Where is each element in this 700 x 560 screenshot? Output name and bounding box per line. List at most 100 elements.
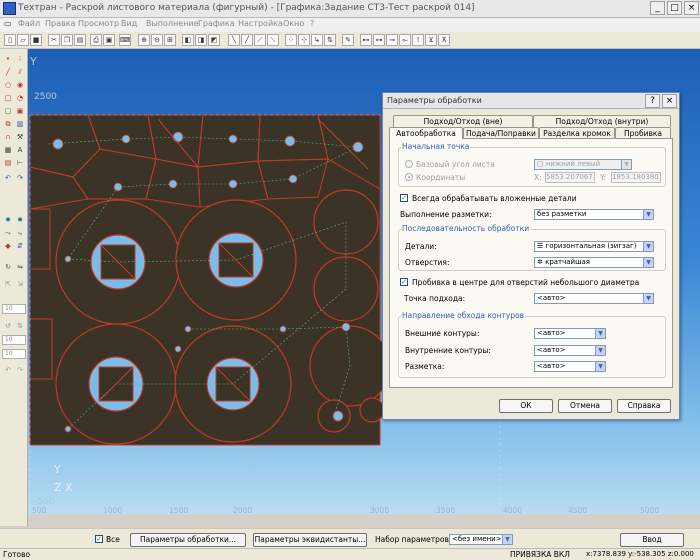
undo-icon[interactable]: ↶ bbox=[3, 173, 13, 183]
redo-icon[interactable]: ↷ bbox=[15, 173, 25, 183]
polyline-icon[interactable]: ⫽ bbox=[15, 67, 25, 77]
contour2-icon[interactable]: ▣ bbox=[15, 106, 25, 116]
parts-order-select[interactable]: ☰ горизонтальная (зигзаг) ▼ bbox=[534, 241, 654, 252]
line4-tool-icon[interactable]: ⟍ bbox=[267, 34, 279, 46]
input-icon[interactable]: ⌨ bbox=[119, 34, 131, 46]
ok-button[interactable]: ОК bbox=[499, 399, 553, 413]
param-set-select[interactable]: <без имени> ▼ bbox=[449, 534, 513, 545]
new-icon[interactable]: ▯ bbox=[4, 34, 16, 46]
marker-tool-icon[interactable]: ✎ bbox=[342, 34, 354, 46]
tab-approach-inside[interactable]: Подход/Отход (внутри) bbox=[533, 115, 671, 127]
mirror-icon[interactable]: ⇋ bbox=[15, 262, 25, 272]
group-icon[interactable]: ⧉ bbox=[3, 119, 13, 129]
text-icon[interactable]: A bbox=[15, 145, 25, 155]
pierce-icon[interactable]: ◆ bbox=[3, 241, 13, 251]
help-button[interactable]: Справка bbox=[617, 399, 671, 413]
marking-dir-select[interactable]: <авто> ▼ bbox=[534, 361, 606, 372]
measure4-icon[interactable]: ⟜ bbox=[399, 34, 411, 46]
table-icon[interactable]: ▦ bbox=[3, 145, 13, 155]
step-select-3[interactable]: 10 bbox=[2, 349, 26, 359]
copy-icon[interactable]: ❐ bbox=[61, 34, 73, 46]
layer2-icon[interactable]: ◨ bbox=[195, 34, 207, 46]
magnet-icon[interactable]: ∩ bbox=[3, 132, 13, 142]
sheet-icon[interactable]: ▤ bbox=[3, 158, 13, 168]
measure3-icon[interactable]: ⊸ bbox=[386, 34, 398, 46]
holes-order-select[interactable]: ✲ кратчайшая ▼ bbox=[534, 257, 654, 268]
path2-icon[interactable]: ⤷ bbox=[15, 228, 25, 238]
zoom-out-icon[interactable]: ⊖ bbox=[151, 34, 163, 46]
minimize-button[interactable]: _ bbox=[650, 1, 665, 15]
zoom-in-icon[interactable]: ⊕ bbox=[138, 34, 150, 46]
rotate-icon[interactable]: ↻ bbox=[3, 262, 13, 272]
dialog-close-button[interactable]: × bbox=[662, 94, 677, 108]
point-icon[interactable]: • bbox=[3, 54, 13, 64]
multipoint-icon[interactable]: ⁝ bbox=[15, 54, 25, 64]
menu-file[interactable]: Файл bbox=[18, 19, 40, 28]
measure6-icon[interactable]: ⊻ bbox=[425, 34, 437, 46]
save-icon[interactable]: ■ bbox=[30, 34, 42, 46]
maximize-button[interactable]: □ bbox=[667, 1, 682, 15]
tool-icon[interactable]: ⚒ bbox=[15, 132, 25, 142]
measure1-icon[interactable]: ⊷ bbox=[360, 34, 372, 46]
processing-params-button[interactable]: Параметры обработки... bbox=[130, 533, 246, 547]
print-preview-icon[interactable]: ▣ bbox=[103, 34, 115, 46]
copy-move-icon[interactable]: ⇲ bbox=[15, 279, 25, 289]
menu-run[interactable]: Выполнение bbox=[146, 19, 199, 28]
line-icon[interactable]: ╱ bbox=[3, 67, 13, 77]
measure2-icon[interactable]: ⊶ bbox=[373, 34, 385, 46]
arc-icon[interactable]: ◔ bbox=[15, 93, 25, 103]
step-select-1[interactable]: 10 bbox=[2, 304, 26, 314]
paste-icon[interactable]: ▤ bbox=[74, 34, 86, 46]
line2-tool-icon[interactable]: ╱ bbox=[241, 34, 253, 46]
measure7-icon[interactable]: ⊼ bbox=[438, 34, 450, 46]
menu-edit[interactable]: Правка bbox=[45, 19, 75, 28]
dialog-help-button[interactable]: ? bbox=[645, 94, 660, 108]
menu-view[interactable]: Просмотр bbox=[78, 19, 119, 28]
marking-exec-select[interactable]: без разметки ▼ bbox=[534, 209, 654, 220]
layer1-icon[interactable]: ◧ bbox=[182, 34, 194, 46]
equidistant-params-button[interactable]: Параметры эквидистанты... bbox=[253, 533, 367, 547]
line3-tool-icon[interactable]: ⟋ bbox=[254, 34, 266, 46]
approach-point-select[interactable]: <авто> ▼ bbox=[534, 293, 654, 304]
menu-vid[interactable]: Вид bbox=[121, 19, 137, 28]
redo2-icon[interactable]: ↷ bbox=[15, 365, 25, 375]
print-icon[interactable]: ⎙ bbox=[90, 34, 102, 46]
rectangle-icon[interactable]: □ bbox=[3, 93, 13, 103]
cancel-button[interactable]: Отмена bbox=[558, 399, 612, 413]
open-icon[interactable]: ▱ bbox=[17, 34, 29, 46]
part-icon[interactable]: ▥ bbox=[15, 119, 25, 129]
menu-help[interactable]: ? bbox=[310, 19, 314, 28]
menu-settings[interactable]: Настройка bbox=[238, 19, 283, 28]
pierce-center-checkbox[interactable]: ✓ bbox=[400, 278, 408, 286]
all-checkbox[interactable]: ✓ bbox=[95, 535, 103, 543]
gear2-icon[interactable]: ✹ bbox=[15, 215, 25, 225]
menu-window[interactable]: Окно bbox=[283, 19, 304, 28]
rotate2-icon[interactable]: ↺ bbox=[3, 321, 13, 331]
order-tool-icon[interactable]: ⇅ bbox=[324, 34, 336, 46]
process-nested-checkbox[interactable]: ✓ bbox=[400, 194, 408, 202]
enter-button[interactable]: Ввод bbox=[620, 533, 684, 547]
line-tool-icon[interactable]: ╲ bbox=[228, 34, 240, 46]
inner-contours-select[interactable]: <авто> ▼ bbox=[534, 345, 606, 356]
step-select-2[interactable]: 10 bbox=[2, 335, 26, 345]
cut-icon[interactable]: ✂ bbox=[48, 34, 60, 46]
outer-contours-select[interactable]: <авто> ▼ bbox=[534, 328, 606, 339]
zoom-fit-icon[interactable]: ⊞ bbox=[164, 34, 176, 46]
circle-icon[interactable]: ○ bbox=[3, 80, 13, 90]
approach-tool-icon[interactable]: ↳ bbox=[311, 34, 323, 46]
menu-graphics[interactable]: Графика bbox=[198, 19, 235, 28]
flip-icon[interactable]: ⇅ bbox=[15, 321, 25, 331]
circle-center-icon[interactable]: ◉ bbox=[15, 80, 25, 90]
path-icon[interactable]: ⤳ bbox=[3, 228, 13, 238]
move-icon[interactable]: ⇱ bbox=[3, 279, 13, 289]
layer3-icon[interactable]: ◩ bbox=[208, 34, 220, 46]
close-window-button[interactable]: × bbox=[684, 1, 699, 15]
point-tool-icon[interactable]: ⁘ bbox=[285, 34, 297, 46]
dim-icon[interactable]: ⊢ bbox=[15, 158, 25, 168]
doc-icon[interactable]: ▭ bbox=[4, 19, 12, 28]
sort-icon[interactable]: ⇵ bbox=[15, 241, 25, 251]
tab-autoprocessing[interactable]: Автообработка bbox=[389, 127, 463, 139]
contour-icon[interactable]: ▢ bbox=[3, 106, 13, 116]
tab-approach-outside[interactable]: Подход/Отход (вне) bbox=[393, 115, 533, 127]
measure5-icon[interactable]: ⊺ bbox=[412, 34, 424, 46]
